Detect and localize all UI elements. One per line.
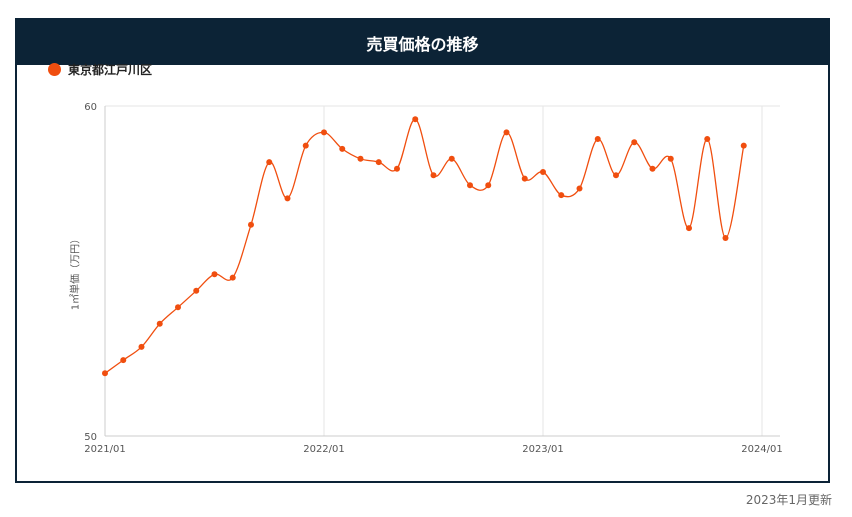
- data-point: [613, 172, 619, 179]
- x-tick-label: 2021/01: [84, 444, 126, 455]
- line-chart: 2021/01 2022/01 2023/01 2024/01 60 50: [84, 102, 783, 455]
- x-tick-label: 2022/01: [303, 444, 345, 455]
- data-point: [375, 159, 382, 166]
- data-point: [594, 136, 601, 142]
- data-point: [321, 129, 327, 136]
- x-tick-label: 2023/01: [522, 444, 564, 455]
- data-point: [302, 142, 309, 149]
- data-point: [138, 343, 145, 350]
- data-point: [521, 175, 528, 182]
- data-point: [631, 139, 638, 146]
- y-tick-label: 50: [84, 432, 97, 443]
- data-point: [412, 116, 419, 123]
- data-point: [667, 155, 674, 162]
- data-point: [211, 271, 218, 278]
- update-note: 2023年1月更新: [745, 493, 832, 507]
- data-point: [649, 165, 656, 172]
- data-point: [102, 370, 108, 377]
- y-tick-label: 60: [84, 102, 97, 113]
- data-point: [722, 235, 729, 241]
- data-point: [193, 287, 200, 294]
- data-point: [485, 182, 492, 189]
- data-point: [248, 221, 254, 228]
- data-point: [120, 357, 127, 364]
- data-point: [503, 129, 510, 136]
- data-point: [229, 274, 236, 281]
- data-point: [266, 159, 273, 166]
- data-point: [284, 195, 291, 202]
- data-point: [704, 136, 711, 142]
- data-point: [175, 304, 181, 311]
- data-point: [686, 225, 692, 232]
- x-tick-label: 2024/01: [741, 444, 783, 455]
- data-point: [576, 185, 583, 192]
- data-point: [339, 145, 346, 152]
- data-point: [394, 165, 400, 172]
- data-point: [558, 192, 565, 199]
- data-point: [430, 172, 437, 179]
- data-point: [357, 155, 364, 162]
- data-point: [467, 182, 473, 189]
- data-point: [740, 142, 747, 149]
- data-point: [156, 320, 163, 327]
- series-line: [104, 118, 745, 374]
- data-point: [448, 155, 455, 162]
- data-point: [540, 169, 546, 175]
